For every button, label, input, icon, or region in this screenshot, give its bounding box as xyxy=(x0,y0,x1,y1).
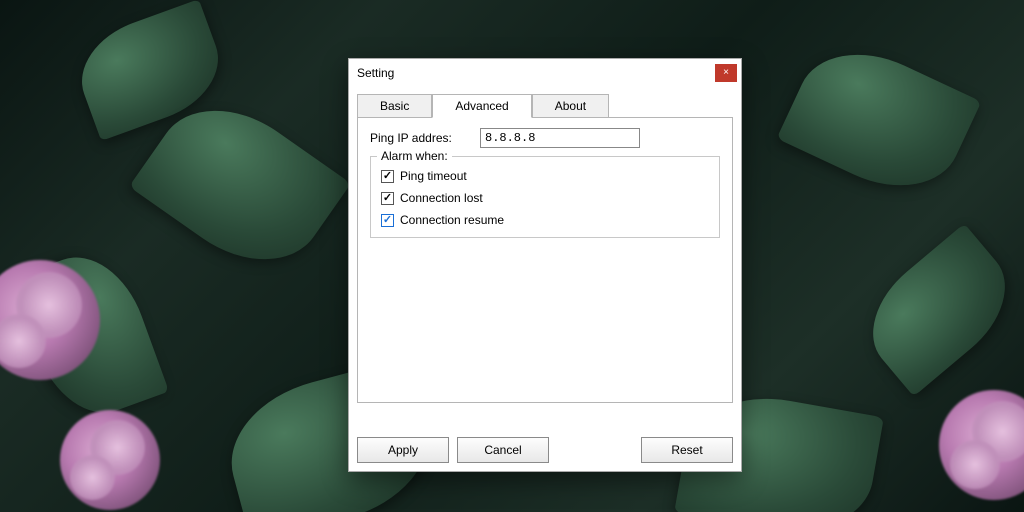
tab-strip: Basic Advanced About xyxy=(357,93,733,117)
wallpaper-flower xyxy=(60,410,160,510)
wallpaper-flower xyxy=(939,390,1024,500)
settings-dialog: Setting × Basic Advanced About Ping IP a… xyxy=(348,58,742,472)
apply-button[interactable]: Apply xyxy=(357,437,449,463)
checkmark-icon xyxy=(381,192,394,205)
checkmark-icon xyxy=(381,170,394,183)
desktop-wallpaper: Setting × Basic Advanced About Ping IP a… xyxy=(0,0,1024,512)
tab-basic[interactable]: Basic xyxy=(357,94,432,117)
checkbox-label: Connection lost xyxy=(400,191,483,205)
ping-ip-input[interactable] xyxy=(480,128,640,148)
checkbox-connection-lost[interactable]: Connection lost xyxy=(381,187,709,209)
reset-button[interactable]: Reset xyxy=(641,437,733,463)
checkbox-connection-resume[interactable]: Connection resume xyxy=(381,209,709,231)
wallpaper-leaf xyxy=(849,223,1024,396)
close-button[interactable]: × xyxy=(715,64,737,82)
dialog-button-row: Apply Cancel Reset xyxy=(349,429,741,471)
checkbox-ping-timeout[interactable]: Ping timeout xyxy=(381,165,709,187)
checkbox-label: Ping timeout xyxy=(400,169,467,183)
checkbox-label: Connection resume xyxy=(400,213,504,227)
cancel-button[interactable]: Cancel xyxy=(457,437,549,463)
checkmark-icon xyxy=(381,214,394,227)
titlebar[interactable]: Setting × xyxy=(349,59,741,87)
tab-page-advanced: Ping IP addres: Alarm when: Ping timeout… xyxy=(357,117,733,403)
tab-about[interactable]: About xyxy=(532,94,609,117)
dialog-title: Setting xyxy=(357,66,394,80)
tab-advanced[interactable]: Advanced xyxy=(432,94,531,118)
wallpaper-leaf xyxy=(777,30,982,211)
close-icon: × xyxy=(723,68,729,78)
alarm-groupbox: Alarm when: Ping timeout Connection lost… xyxy=(370,156,720,238)
alarm-group-title: Alarm when: xyxy=(377,149,452,163)
ping-ip-label: Ping IP addres: xyxy=(370,131,480,145)
